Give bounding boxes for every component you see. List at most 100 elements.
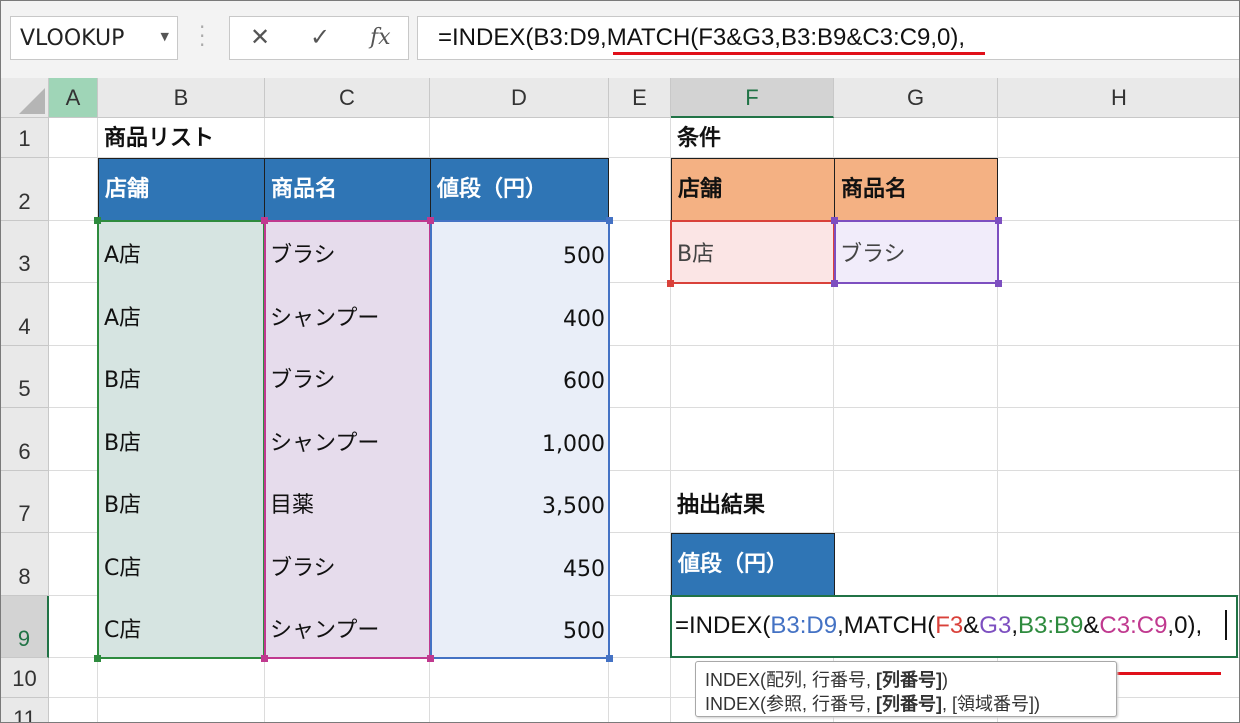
row-header-8[interactable]: 8	[1, 533, 49, 596]
column-header-f[interactable]: F	[671, 78, 834, 118]
cell-store[interactable]: B店	[98, 346, 265, 409]
grid-cell[interactable]	[609, 118, 671, 158]
grid-cell[interactable]	[430, 658, 609, 698]
grid-cell[interactable]	[609, 283, 671, 346]
range-handle[interactable]	[261, 217, 268, 224]
condition-header-store[interactable]: 店舗	[671, 158, 835, 221]
column-header-b[interactable]: B	[98, 78, 265, 118]
check-icon[interactable]: ✓	[310, 23, 330, 51]
cell-price[interactable]: 1,000	[430, 408, 610, 472]
row-header-4[interactable]: 4	[1, 283, 49, 346]
cell-price[interactable]: 450	[430, 533, 610, 597]
grid-cell[interactable]	[49, 596, 98, 658]
condition-store-value[interactable]: B店	[671, 221, 834, 283]
product-list-title[interactable]: 商品リスト	[98, 118, 265, 158]
row-header-11[interactable]: 11	[1, 698, 49, 722]
conditions-title[interactable]: 条件	[671, 118, 834, 158]
cell-store[interactable]: B店	[98, 408, 265, 472]
range-handle[interactable]	[995, 217, 1002, 224]
cell-product-name[interactable]: シャンプー	[264, 283, 431, 347]
grid-cell[interactable]	[265, 118, 430, 158]
grid-cell[interactable]	[609, 471, 671, 533]
range-handle[interactable]	[94, 655, 101, 662]
range-handle[interactable]	[995, 280, 1002, 287]
cell-product-name[interactable]: ブラシ	[264, 221, 431, 284]
grid-cell[interactable]	[49, 698, 98, 722]
grid-cell[interactable]	[834, 533, 998, 596]
insert-function-icon[interactable]: fx	[370, 25, 391, 50]
cell-product-name[interactable]: 目薬	[264, 471, 431, 534]
range-handle[interactable]	[261, 655, 268, 662]
grid-cell[interactable]	[98, 658, 265, 698]
grid-cell[interactable]	[49, 658, 98, 698]
grid-cell[interactable]	[834, 471, 998, 533]
range-handle[interactable]	[94, 217, 101, 224]
grid-cell[interactable]	[998, 283, 1239, 346]
row-header-3[interactable]: 3	[1, 221, 49, 283]
column-header-d[interactable]: D	[430, 78, 609, 118]
range-handle[interactable]	[606, 655, 613, 662]
grid-cell[interactable]	[49, 346, 98, 408]
grid-cell[interactable]	[998, 346, 1239, 408]
cell-store[interactable]: A店	[98, 283, 265, 347]
grid-cell[interactable]	[998, 408, 1239, 471]
grid-cell[interactable]	[49, 118, 98, 158]
select-all-button[interactable]	[1, 78, 49, 118]
condition-product-value[interactable]: ブラシ	[834, 221, 998, 283]
column-header-g[interactable]: G	[834, 78, 998, 118]
column-header-h[interactable]: H	[998, 78, 1239, 118]
cancel-icon[interactable]: ✕	[250, 23, 270, 51]
grid-cell[interactable]	[834, 408, 998, 471]
cell-price[interactable]: 600	[430, 346, 610, 409]
row-header-9[interactable]: 9	[1, 596, 49, 658]
grid-cell[interactable]	[998, 118, 1239, 158]
grid-cell[interactable]	[998, 221, 1239, 283]
column-header-a[interactable]: A	[49, 78, 98, 118]
cell-price[interactable]: 3,500	[430, 471, 610, 534]
grid-cell[interactable]	[609, 346, 671, 408]
grid-cell[interactable]	[49, 533, 98, 596]
range-handle[interactable]	[427, 217, 434, 224]
grid-cell[interactable]	[671, 408, 834, 471]
grid-cell[interactable]	[998, 158, 1239, 221]
result-title[interactable]: 抽出結果	[671, 471, 834, 533]
row-header-2[interactable]: 2	[1, 158, 49, 221]
cell-price[interactable]: 500	[430, 221, 610, 284]
grid-cell[interactable]	[834, 283, 998, 346]
grid-cell[interactable]	[609, 158, 671, 221]
grid-cell[interactable]	[609, 698, 671, 722]
cell-store[interactable]: C店	[98, 533, 265, 597]
grid-cell[interactable]	[834, 346, 998, 408]
grid-cell[interactable]	[98, 698, 265, 722]
tooltip-line-1[interactable]: INDEX(配列, 行番号, [列番号])	[705, 666, 948, 692]
tooltip-line-2[interactable]: INDEX(参照, 行番号, [列番号], [領域番号])	[705, 690, 1040, 716]
grid-cell[interactable]	[609, 408, 671, 471]
grid-cell[interactable]	[265, 698, 430, 722]
cell-price[interactable]: 500	[430, 596, 610, 659]
cell-store[interactable]: B店	[98, 471, 265, 534]
grid-cell[interactable]	[609, 596, 671, 658]
range-handle[interactable]	[831, 280, 838, 287]
cell-store[interactable]: A店	[98, 221, 265, 284]
header-product-name[interactable]: 商品名	[264, 158, 431, 221]
grid-cell[interactable]	[609, 658, 671, 698]
range-handle[interactable]	[667, 280, 674, 287]
range-handle[interactable]	[427, 655, 434, 662]
chevron-down-icon[interactable]: ▼	[161, 30, 169, 43]
grid-cell[interactable]	[49, 471, 98, 533]
header-store[interactable]: 店舗	[98, 158, 265, 221]
grid-cell[interactable]	[609, 221, 671, 283]
cell-f9-editor[interactable]: =INDEX(B3:D9,MATCH(F3&G3,B3:B9&C3:C9,0),	[670, 595, 1238, 658]
header-price[interactable]: 値段（円）	[430, 158, 609, 221]
grid-cell[interactable]	[49, 158, 98, 221]
range-handle[interactable]	[606, 217, 613, 224]
drag-handle-icon[interactable]: · · ·	[199, 17, 207, 55]
result-header-price[interactable]: 値段（円）	[671, 533, 835, 596]
grid-cell[interactable]	[49, 283, 98, 346]
cell-store[interactable]: C店	[98, 596, 265, 659]
grid-cell[interactable]	[998, 471, 1239, 533]
name-box[interactable]: VLOOKUP ▼	[10, 16, 178, 60]
grid-cell[interactable]	[49, 408, 98, 471]
column-header-e[interactable]: E	[609, 78, 671, 118]
grid-cell[interactable]	[834, 118, 998, 158]
